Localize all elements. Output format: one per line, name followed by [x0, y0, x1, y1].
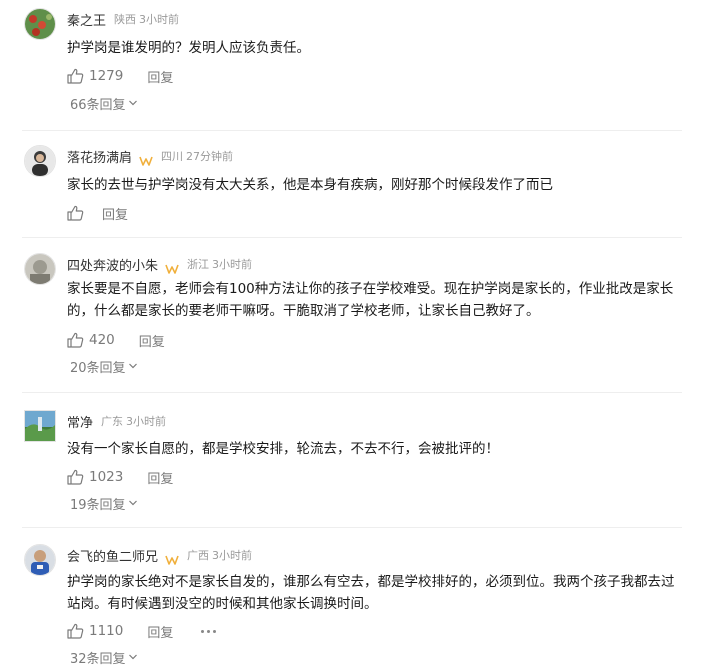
comment-item: 秦之王 陕西 3小时前 护学岗是谁发明的？发明人应该负责任。 1279 回复 6… [0, 8, 704, 128]
thumbs-up-icon [67, 469, 84, 485]
comment-time: 3小时前 [139, 13, 180, 26]
vip-badge-icon [165, 259, 179, 274]
reply-button[interactable]: 回复 [102, 204, 128, 223]
view-replies-link[interactable]: 66条回复 [70, 94, 138, 113]
comment-item: 落花扬满肩 四川 27分钟前 家长的去世与护学岗没有太大关系，他是本身有疾病，刚… [0, 145, 704, 230]
comment-time: 27分钟前 [186, 150, 234, 163]
avatar[interactable] [24, 145, 56, 177]
like-button[interactable] [67, 205, 84, 221]
avatar[interactable] [24, 8, 56, 40]
comment-time: 3小时前 [126, 415, 167, 428]
replies-count: 32条回复 [70, 652, 126, 667]
comment-meta: 秦之王 陕西 3小时前 [67, 8, 179, 30]
like-count: 420 [89, 332, 115, 348]
chevron-down-icon [128, 496, 138, 511]
user-location: 浙江 [187, 258, 210, 271]
comment-item: 常净 广东 3小时前 没有一个家长自愿的，都是学校安排，轮流去，不去不行，会被批… [0, 410, 704, 520]
reply-button[interactable]: 回复 [147, 622, 173, 641]
user-name[interactable]: 会飞的鱼二师兄 [67, 546, 158, 565]
view-replies-link[interactable]: 19条回复 [70, 494, 138, 513]
like-count: 1023 [89, 469, 124, 485]
like-count: 1110 [89, 623, 124, 639]
thumbs-up-icon [67, 332, 84, 348]
comment-time: 3小时前 [212, 549, 253, 562]
reply-button[interactable]: 回复 [147, 468, 173, 487]
comment-actions: 回复 [67, 203, 128, 223]
user-name[interactable]: 落花扬满肩 [67, 147, 132, 166]
thumbs-up-icon [67, 205, 84, 221]
view-replies-link[interactable]: 20条回复 [70, 357, 138, 376]
like-button[interactable]: 1279 [67, 68, 123, 84]
user-name[interactable]: 常净 [67, 412, 93, 431]
comment-text: 护学岗的家长绝对不是家长自发的，谁那么有空去，都是学校排好的，必须到位。我两个孩… [67, 574, 675, 612]
comment-meta: 常净 广东 3小时前 [67, 410, 166, 432]
comment-meta: 落花扬满肩 四川 27分钟前 [67, 145, 233, 167]
chevron-down-icon [128, 359, 138, 374]
thumbs-up-icon [67, 68, 84, 84]
chevron-down-icon [128, 650, 138, 665]
comment-actions: 1279 回复 [67, 66, 173, 86]
view-replies-link[interactable]: 32条回复 [70, 648, 138, 667]
comment-meta: 四处奔波的小朱 浙江 3小时前 [67, 253, 252, 275]
user-location: 广东 [101, 415, 124, 428]
user-location: 四川 [161, 150, 184, 163]
like-button[interactable]: 1023 [67, 469, 123, 485]
replies-count: 20条回复 [70, 361, 126, 376]
replies-count: 66条回复 [70, 98, 126, 113]
chevron-down-icon [128, 96, 138, 111]
user-name[interactable]: 四处奔波的小朱 [67, 255, 158, 274]
avatar[interactable] [24, 253, 56, 285]
comment-actions: 1023 回复 [67, 467, 173, 487]
avatar[interactable] [24, 544, 56, 576]
comment-text: 护学岗是谁发明的？发明人应该负责任。 [67, 40, 310, 56]
like-button[interactable]: 1110 [67, 623, 123, 639]
comment-text: 家长要是不自愿，老师会有100种方法让你的孩子在学校难受。现在护学岗是家长的，作… [67, 281, 674, 319]
more-dots-icon[interactable] [201, 629, 217, 633]
reply-button[interactable]: 回复 [139, 331, 165, 350]
replies-count: 19条回复 [70, 498, 126, 513]
avatar[interactable] [24, 410, 56, 442]
comment-item: 四处奔波的小朱 浙江 3小时前 家长要是不自愿，老师会有100种方法让你的孩子在… [0, 253, 704, 393]
comment-actions: 420 回复 [67, 330, 165, 350]
user-location: 陕西 [114, 13, 137, 26]
comment-item: 会飞的鱼二师兄 广西 3小时前 护学岗的家长绝对不是家长自发的，谁那么有空去，都… [0, 544, 704, 668]
comment-actions: 1110 回复 [67, 621, 217, 641]
user-name[interactable]: 秦之王 [67, 10, 106, 29]
divider [22, 130, 682, 131]
comment-meta: 会飞的鱼二师兄 广西 3小时前 [67, 544, 252, 566]
like-button[interactable]: 420 [67, 332, 115, 348]
comment-time: 3小时前 [212, 258, 253, 271]
comment-text: 没有一个家长自愿的，都是学校安排，轮流去，不去不行，会被批评的！ [67, 441, 499, 457]
divider [22, 392, 682, 393]
user-location: 广西 [187, 549, 210, 562]
thumbs-up-icon [67, 623, 84, 639]
vip-badge-icon [165, 550, 179, 565]
divider [22, 527, 682, 528]
reply-button[interactable]: 回复 [147, 67, 173, 86]
like-count: 1279 [89, 68, 124, 84]
comment-text: 家长的去世与护学岗没有太大关系，他是本身有疾病，刚好那个时候段发作了而已 [67, 177, 553, 193]
vip-badge-icon [139, 151, 153, 166]
divider [22, 237, 682, 238]
